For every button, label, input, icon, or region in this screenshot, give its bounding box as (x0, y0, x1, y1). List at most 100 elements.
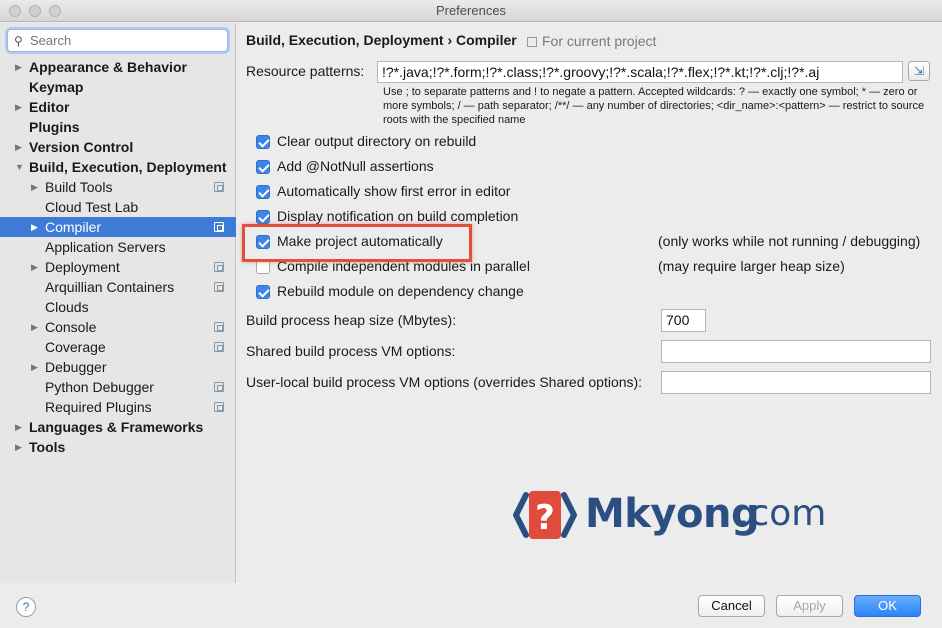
collapsed-arrow-icon[interactable]: ▶ (15, 417, 22, 437)
option-label[interactable]: Rebuild module on dependency change (277, 283, 524, 299)
sidebar-item-build-execution-deployment[interactable]: ▼ Build, Execution, Deployment (0, 157, 236, 177)
shared-vm-input[interactable] (661, 340, 931, 363)
sidebar-item-editor[interactable]: ▶ Editor (0, 97, 236, 117)
collapsed-arrow-icon[interactable]: ▶ (15, 57, 22, 77)
expand-patterns-button[interactable]: ⇲ (908, 61, 930, 81)
collapsed-arrow-icon[interactable]: ▶ (31, 217, 38, 237)
sidebar-item-version-control[interactable]: ▶ Version Control (0, 137, 236, 157)
sidebar-item-label: Application Servers (45, 239, 166, 255)
sidebar-item-label: Clouds (45, 299, 89, 315)
sidebar-item-label: Appearance & Behavior (29, 59, 187, 75)
sidebar-item-build-tools[interactable]: ▶ Build Tools (0, 177, 236, 197)
option-label[interactable]: Add @NotNull assertions (277, 158, 434, 174)
sidebar-item-label: Required Plugins (45, 399, 152, 415)
resource-patterns-input[interactable]: !?*.java;!?*.form;!?*.class;!?*.groovy;!… (377, 61, 903, 83)
option-checkbox[interactable] (256, 260, 270, 274)
project-scope-icon (214, 402, 224, 412)
annotation-highlight-box (242, 224, 472, 262)
sidebar-item-label: Cloud Test Lab (45, 199, 139, 215)
window-title: Preferences (435, 3, 507, 18)
cancel-button[interactable]: Cancel (698, 595, 765, 617)
sidebar-item-required-plugins[interactable]: Required Plugins (0, 397, 236, 417)
project-scope-icon (214, 282, 224, 292)
breadcrumb: Build, Execution, Deployment › Compiler (246, 32, 517, 48)
sidebar-item-label: Plugins (29, 119, 80, 135)
sidebar-item-compiler[interactable]: ▶ Compiler (0, 217, 236, 237)
expand-icon: ⇲ (913, 64, 925, 78)
zoom-window-button[interactable] (49, 5, 61, 17)
project-scope-icon (214, 182, 224, 192)
sidebar-item-application-servers[interactable]: Application Servers (0, 237, 236, 257)
sidebar-item-label: Tools (29, 439, 66, 455)
option-label[interactable]: Clear output directory on rebuild (277, 133, 476, 149)
resource-patterns-label: Resource patterns: (246, 63, 365, 79)
brand-name: Mkyong (585, 491, 760, 537)
heap-size-label: Build process heap size (Mbytes): (246, 312, 457, 328)
apply-button[interactable]: Apply (776, 595, 843, 617)
collapsed-arrow-icon[interactable]: ▶ (15, 437, 22, 457)
sidebar-item-clouds[interactable]: Clouds (0, 297, 236, 317)
close-window-button[interactable] (9, 5, 21, 17)
sidebar-item-label: Python Debugger (45, 379, 154, 395)
dialog-footer: ? Cancel Apply OK (0, 583, 942, 628)
settings-sidebar: ⚲ ▶ Appearance & Behavior Keymap ▶ Editor Plu… (0, 23, 236, 583)
search-input[interactable] (30, 32, 220, 49)
project-icon (527, 37, 537, 47)
user-vm-input[interactable] (661, 371, 931, 394)
sidebar-item-label: Coverage (45, 339, 106, 355)
option-checkbox[interactable] (256, 135, 270, 149)
collapsed-arrow-icon[interactable]: ▶ (31, 177, 38, 197)
sidebar-item-label: Version Control (29, 139, 134, 155)
expanded-arrow-icon[interactable]: ▼ (15, 157, 24, 177)
sidebar-item-label: Build, Execution, Deployment (29, 159, 227, 175)
sidebar-item-deployment[interactable]: ▶ Deployment (0, 257, 236, 277)
project-scope-icon (214, 222, 224, 232)
option-note: (only works while not running / debuggin… (658, 233, 921, 249)
collapsed-arrow-icon[interactable]: ▶ (15, 137, 22, 157)
collapsed-arrow-icon[interactable]: ▶ (31, 357, 38, 377)
sidebar-item-debugger[interactable]: ▶ Debugger (0, 357, 236, 377)
sidebar-item-keymap[interactable]: Keymap (0, 77, 236, 97)
resource-patterns-hint: Use ; to separate patterns and ! to nega… (383, 86, 925, 126)
search-box[interactable]: ⚲ (7, 29, 228, 52)
sidebar-item-label: Build Tools (45, 179, 113, 195)
sidebar-item-python-debugger[interactable]: Python Debugger (0, 377, 236, 397)
sidebar-item-label: Console (45, 319, 97, 335)
minimize-window-button[interactable] (29, 5, 41, 17)
settings-tree: ▶ Appearance & Behavior Keymap ▶ Editor Plugi… (0, 57, 236, 457)
ok-button[interactable]: OK (854, 595, 921, 617)
sidebar-item-arquillian-containers[interactable]: Arquillian Containers (0, 277, 236, 297)
logo-question-mark: ? (535, 498, 555, 538)
heap-size-input[interactable]: 700 (661, 309, 706, 332)
sidebar-item-languages-frameworks[interactable]: ▶ Languages & Frameworks (0, 417, 236, 437)
option-checkbox[interactable] (256, 160, 270, 174)
help-icon: ? (22, 600, 30, 614)
option-label[interactable]: Display notification on build completion (277, 208, 518, 224)
sidebar-item-cloud-test-lab[interactable]: Cloud Test Lab (0, 197, 236, 217)
sidebar-item-label: Deployment (45, 259, 120, 275)
project-scope-icon (214, 342, 224, 352)
brand-tld: .com (738, 493, 827, 534)
project-scope-icon (214, 382, 224, 392)
option-label[interactable]: Automatically show first error in editor (277, 183, 510, 199)
sidebar-item-tools[interactable]: ▶ Tools (0, 437, 236, 457)
sidebar-item-label: Compiler (45, 219, 102, 235)
sidebar-item-label: Arquillian Containers (45, 279, 175, 295)
option-checkbox[interactable] (256, 185, 270, 199)
sidebar-item-coverage[interactable]: Coverage (0, 337, 236, 357)
sidebar-item-label: Debugger (45, 359, 107, 375)
help-button[interactable]: ? (16, 597, 36, 617)
option-checkbox[interactable] (256, 285, 270, 299)
sidebar-item-label: Editor (29, 99, 70, 115)
option-checkbox[interactable] (256, 210, 270, 224)
sidebar-item-plugins[interactable]: Plugins (0, 117, 236, 137)
collapsed-arrow-icon[interactable]: ▶ (31, 317, 38, 337)
sidebar-item-console[interactable]: ▶ Console (0, 317, 236, 337)
sidebar-item-appearance-behavior[interactable]: ▶ Appearance & Behavior (0, 57, 236, 77)
sidebar-item-label: Languages & Frameworks (29, 419, 204, 435)
option-note: (may require larger heap size) (658, 258, 845, 274)
collapsed-arrow-icon[interactable]: ▶ (31, 257, 38, 277)
collapsed-arrow-icon[interactable]: ▶ (15, 97, 22, 117)
project-scope-icon (214, 322, 224, 332)
search-icon: ⚲ (14, 34, 23, 48)
